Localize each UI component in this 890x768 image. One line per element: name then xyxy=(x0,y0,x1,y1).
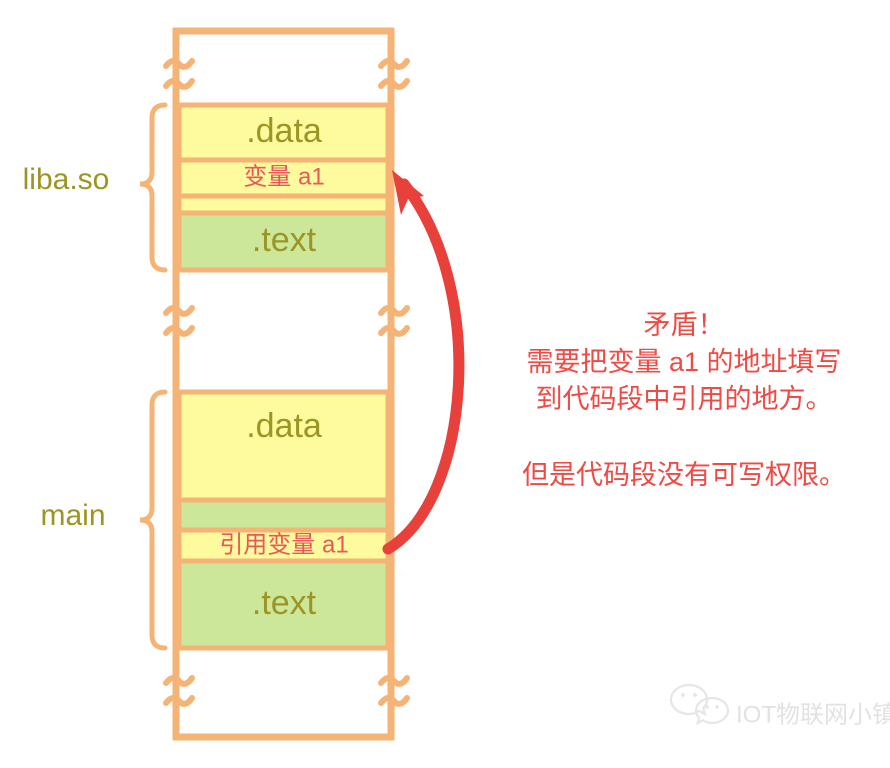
brace-liba-so xyxy=(139,102,168,273)
diagram-canvas: .data 变量 a1 .text liba.so .data 引用变量 a1 … xyxy=(0,0,890,768)
wechat-icon xyxy=(669,683,730,726)
segment-liba-data-label: .data xyxy=(246,112,322,150)
segment-liba-var-a1-label: 变量 a1 xyxy=(243,163,324,190)
module-main-label: main xyxy=(40,499,105,532)
annotation-note: 矛盾！ 需要把变量 a1 的地址填写 到代码段中引用的地方。 但是代码段没有可写… xyxy=(522,310,846,490)
segment-main-text-gap xyxy=(176,497,391,533)
brace-main xyxy=(139,389,168,651)
segment-main-text-label: .text xyxy=(252,584,317,622)
watermark-label: IOT物联网小镇 xyxy=(736,701,890,728)
segment-liba-text: .text xyxy=(176,210,391,273)
segment-liba-var-a1: 变量 a1 xyxy=(176,157,391,199)
module-main: .data 引用变量 a1 .text main xyxy=(40,389,391,651)
watermark: IOT物联网小镇 xyxy=(669,683,890,728)
annotation-line-2: 到代码段中引用的地方。 xyxy=(536,384,833,414)
segment-main-data-label: .data xyxy=(246,407,322,445)
segment-main-text: .text xyxy=(176,558,391,651)
relocation-arrow xyxy=(382,170,465,555)
segment-main-ref-a1: 引用变量 a1 xyxy=(176,527,391,564)
segment-main-data: .data xyxy=(176,389,391,503)
annotation-line-1: 需要把变量 a1 的地址填写 xyxy=(526,347,841,377)
segment-liba-text-label: .text xyxy=(252,221,317,259)
segment-liba-data-gap xyxy=(176,193,391,216)
annotation-heading: 矛盾！ xyxy=(644,310,725,340)
segment-main-ref-a1-label: 引用变量 a1 xyxy=(219,531,348,558)
annotation-conclusion: 但是代码段没有可写权限。 xyxy=(522,460,846,490)
segment-liba-data: .data xyxy=(176,102,391,163)
module-liba-so: .data 变量 a1 .text liba.so xyxy=(23,102,391,273)
memory-layout-diagram: .data 变量 a1 .text liba.so .data 引用变量 a1 … xyxy=(23,27,890,741)
module-liba-so-label: liba.so xyxy=(23,163,110,196)
